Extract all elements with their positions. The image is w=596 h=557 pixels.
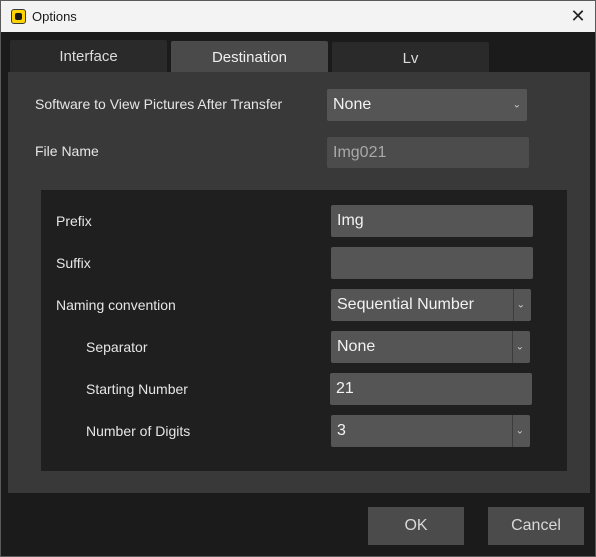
chevron-down-icon: ⌄ [515,341,524,353]
select-divider [512,331,513,363]
app-icon [11,9,26,24]
naming-convention-value: Sequential Number [337,296,474,313]
tab-interface[interactable]: Interface [10,40,167,73]
software-label: Software to View Pictures After Transfer [35,96,283,112]
software-value: None [333,96,372,113]
suffix-label: Suffix [56,255,91,271]
prefix-input[interactable]: Img [331,205,533,237]
chevron-down-icon: ⌄ [515,425,524,437]
software-select[interactable]: None ⌄ [327,89,527,121]
separator-label: Separator [86,339,148,355]
title-bar: Options ✕ [1,1,595,32]
file-name-preview: Img021 [327,137,529,168]
suffix-input[interactable] [331,247,533,279]
file-name-label: File Name [35,143,99,159]
digits-select[interactable]: 3 ⌄ [331,415,530,447]
ok-button[interactable]: OK [368,507,464,545]
digits-label: Number of Digits [86,423,191,439]
tab-destination[interactable]: Destination [171,41,328,74]
separator-select[interactable]: None ⌄ [331,331,530,363]
naming-convention-select[interactable]: Sequential Number ⌄ [331,289,531,321]
window-title: Options [32,9,77,24]
chevron-down-icon: ⌄ [516,299,525,311]
separator-value: None [337,338,376,355]
options-window: Options ✕ Interface Destination Lv Softw… [0,0,596,557]
starting-number-label: Starting Number [86,381,188,397]
tab-lv[interactable]: Lv [332,42,489,75]
naming-convention-label: Naming convention [56,297,176,313]
starting-number-input[interactable]: 21 [330,373,532,405]
prefix-label: Prefix [56,213,92,229]
cancel-button[interactable]: Cancel [488,507,584,545]
close-icon[interactable]: ✕ [561,1,595,32]
select-divider [513,289,514,321]
chevron-down-icon: ⌄ [512,99,521,111]
digits-value: 3 [337,422,346,439]
select-divider [512,415,513,447]
